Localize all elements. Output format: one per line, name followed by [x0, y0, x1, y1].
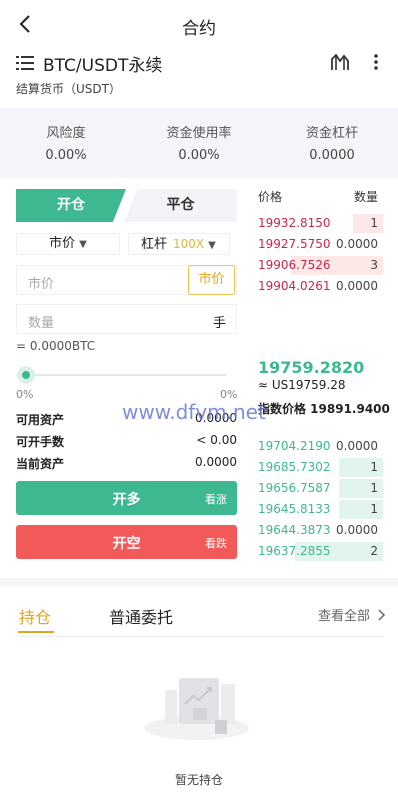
- bid-qty: 0.0000: [336, 439, 378, 453]
- amount-slider-knob[interactable]: [17, 366, 35, 384]
- pair-row: BTC/USDT永续: [0, 48, 398, 76]
- info-openable-lots: 可开手数 < 0.00: [16, 433, 237, 453]
- usd-price: ≈ US19759.28: [258, 378, 346, 392]
- bid-row[interactable]: 19704.2190 0.0000: [258, 437, 383, 456]
- bid-qty: 0.0000: [336, 523, 378, 537]
- bid-price: 19637.2855: [258, 544, 331, 558]
- open-long-label: 开多: [112, 492, 141, 508]
- ask-price: 19904.0261: [258, 279, 331, 293]
- quantity-input[interactable]: 数量 手: [16, 304, 237, 334]
- header-bar: 合约: [0, 0, 398, 48]
- stat-value: 0.0000: [309, 148, 355, 163]
- open-long-button[interactable]: 开多 看涨: [16, 481, 237, 515]
- caret-down-icon: ▼: [79, 239, 87, 250]
- slider-min-label: 0%: [16, 388, 34, 401]
- orderbook-qty-header: 数量: [353, 190, 378, 204]
- orderbook-header: 价格 数量: [258, 188, 383, 205]
- stat-label: 风险度: [46, 126, 86, 141]
- pair-name[interactable]: BTC/USDT永续: [43, 51, 162, 76]
- tab-close-position[interactable]: 平仓: [124, 189, 237, 222]
- open-short-label: 开空: [112, 536, 141, 552]
- bid-qty: 1: [370, 481, 378, 495]
- empty-state-text: 暂无持仓: [174, 773, 223, 787]
- bid-price: 19645.8133: [258, 502, 331, 516]
- empty-box-icon: [145, 678, 249, 740]
- ask-qty: 0.0000: [336, 279, 378, 293]
- tab-positions[interactable]: 持仓: [19, 604, 51, 628]
- depth-bar: [353, 214, 383, 233]
- stat-value: 0.00%: [45, 148, 87, 163]
- bid-row[interactable]: 19656.7587 1: [258, 479, 383, 498]
- info-value: 0.0000: [195, 455, 237, 469]
- amount-slider-track[interactable]: [26, 374, 226, 376]
- ask-row[interactable]: 19932.8150 1: [258, 214, 383, 233]
- info-label: 当前资产: [16, 457, 65, 471]
- btc-amount: = 0.0000BTC: [16, 339, 96, 353]
- ask-qty: 0.0000: [336, 237, 378, 251]
- active-tab-indicator: [18, 631, 54, 633]
- leverage-value: 100X: [173, 237, 205, 251]
- leverage-label: 杠杆: [141, 237, 168, 252]
- bid-price: 19656.7587: [258, 481, 331, 495]
- tab-open-position[interactable]: 开仓: [16, 189, 126, 222]
- last-price: 19759.2820: [258, 358, 365, 377]
- chevron-right-icon: [378, 609, 386, 621]
- bid-qty: 2: [370, 544, 378, 558]
- ask-price: 19927.5750: [258, 237, 331, 251]
- stat-label: 资金使用率: [166, 126, 232, 141]
- info-label: 可开手数: [16, 435, 65, 449]
- open-short-sub: 看跌: [205, 537, 227, 550]
- stat-label: 资金杠杆: [305, 126, 358, 141]
- more-vertical-icon[interactable]: [368, 52, 384, 72]
- info-value: < 0.00: [196, 433, 237, 447]
- caret-down-icon: ▼: [208, 240, 216, 251]
- bid-price: 19644.3873: [258, 523, 331, 537]
- stat-value: 0.00%: [178, 148, 220, 163]
- quantity-unit: 手: [212, 316, 226, 331]
- orderbook-price-header: 价格: [258, 190, 283, 204]
- info-label: 可用资产: [16, 413, 65, 427]
- tab-orders[interactable]: 普通委托: [109, 604, 173, 628]
- ask-row[interactable]: 19906.7526 3: [258, 256, 383, 275]
- info-current-assets: 当前资产 0.0000: [16, 455, 237, 475]
- view-all-link[interactable]: 查看全部: [318, 605, 386, 624]
- open-long-sub: 看涨: [205, 493, 227, 506]
- ask-price: 19906.7526: [258, 258, 331, 272]
- quantity-placeholder: 数量: [28, 316, 55, 331]
- bid-qty: 1: [370, 502, 378, 516]
- account-stats-panel: 风险度 0.00% 资金使用率 0.00% 资金杠杆 0.0000: [0, 108, 398, 178]
- ask-row[interactable]: 19927.5750 0.0000: [258, 235, 383, 254]
- section-divider: [0, 578, 398, 586]
- ask-row[interactable]: 19904.0261 0.0000: [258, 277, 383, 296]
- settle-currency-label: 结算货币（USDT）: [16, 82, 121, 96]
- ask-qty: 3: [370, 258, 378, 272]
- bid-price: 19685.7302: [258, 460, 331, 474]
- market-price-button[interactable]: 市价: [188, 265, 235, 295]
- order-type-select[interactable]: 市价 ▼: [16, 233, 120, 255]
- tab-divider: [16, 636, 384, 637]
- price-placeholder: 市价: [28, 277, 55, 292]
- bid-price: 19704.2190: [258, 439, 331, 453]
- kline-chart-icon[interactable]: [330, 53, 350, 71]
- price-input[interactable]: 市价 市价: [16, 265, 237, 295]
- ask-qty: 1: [370, 216, 378, 230]
- index-price: 指数价格 19891.9400: [258, 402, 390, 416]
- leverage-select[interactable]: 杠杆 100X ▼: [128, 233, 230, 255]
- order-type-value: 市价: [49, 236, 76, 251]
- view-all-label: 查看全部: [318, 609, 371, 624]
- bid-row[interactable]: 19637.2855 2: [258, 542, 383, 561]
- page-title: 合约: [182, 19, 216, 39]
- ask-price: 19932.8150: [258, 216, 331, 230]
- watermark-text: www.dfvm.net: [122, 400, 266, 424]
- bid-row[interactable]: 19685.7302 1: [258, 458, 383, 477]
- open-short-button[interactable]: 开空 看跌: [16, 525, 237, 559]
- bid-row[interactable]: 19644.3873 0.0000: [258, 521, 383, 540]
- bid-row[interactable]: 19645.8133 1: [258, 500, 383, 519]
- bid-qty: 1: [370, 460, 378, 474]
- menu-list-icon[interactable]: [16, 56, 34, 70]
